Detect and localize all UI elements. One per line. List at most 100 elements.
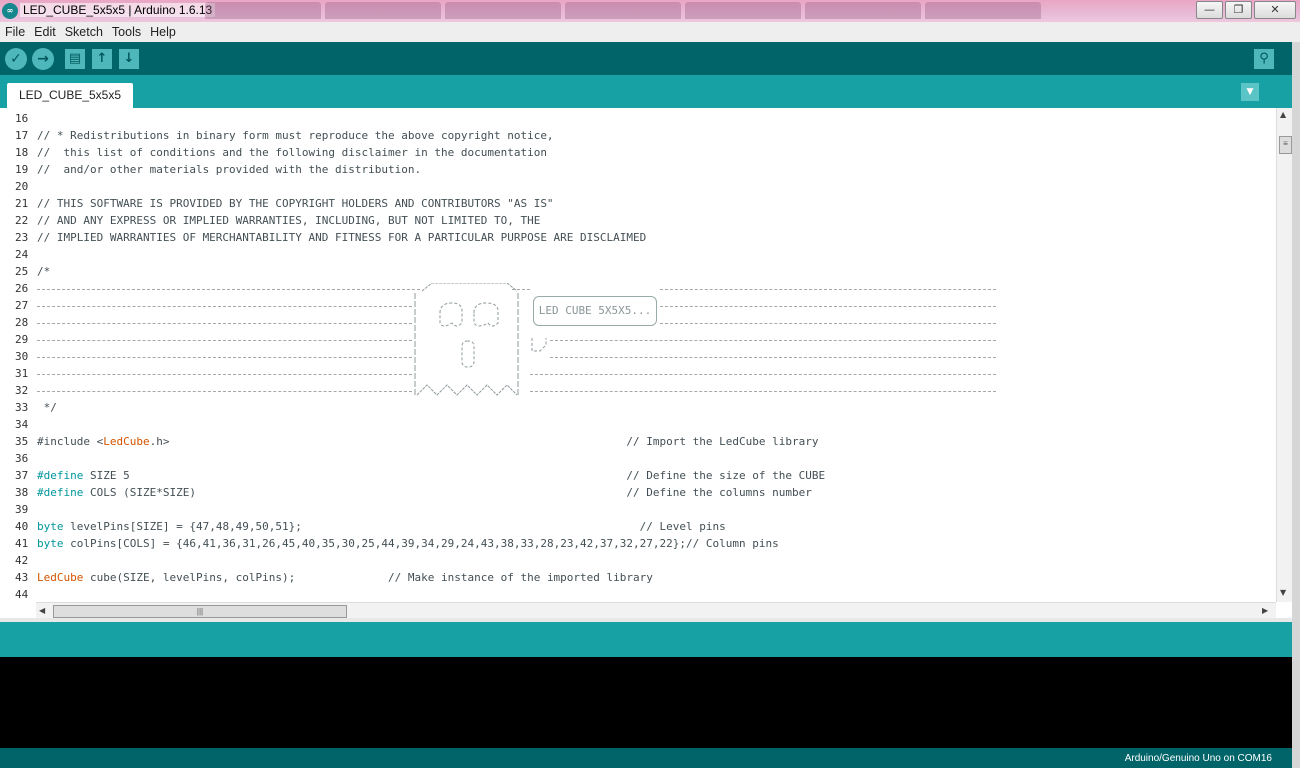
code-line[interactable]: 30 (0, 348, 1276, 365)
code-line[interactable]: 17 // * Redistributions in binary form mu… (0, 127, 1276, 144)
code-fragment: levelPins[SIZE] = {47,48,49,50,51}; // L… (63, 520, 726, 533)
line-number: 38 (15, 486, 29, 499)
menu-file[interactable]: File (1, 25, 29, 39)
horizontal-scroll-thumb[interactable]: ||| (53, 605, 347, 618)
menu-edit[interactable]: Edit (30, 25, 60, 39)
background-tab (565, 2, 681, 19)
code-text: byte colPins[COLS] = {46,41,36,31,26,45,… (37, 535, 779, 552)
line-number: 44 (15, 588, 29, 601)
code-line[interactable]: 16 (0, 110, 1276, 127)
code-text: LedCube cube(SIZE, levelPins, colPins); … (37, 569, 653, 586)
line-number: 16 (15, 112, 29, 125)
code-line[interactable]: 40 byte levelPins[SIZE] = {47,48,49,50,51… (0, 518, 1276, 535)
code-line[interactable]: 44 (0, 586, 1276, 602)
code-text: */ (37, 401, 57, 414)
tab-menu-dropdown-icon[interactable]: ▼ (1241, 83, 1259, 101)
upload-button[interactable]: → (32, 48, 54, 70)
line-number: 32 (15, 384, 29, 397)
message-area (0, 618, 1292, 657)
minimize-button[interactable]: — (1196, 1, 1223, 19)
menu-tools[interactable]: Tools (108, 25, 145, 39)
code-line[interactable]: 28 (0, 314, 1276, 331)
horizontal-scrollbar[interactable]: ◀ ||| ▶ (36, 602, 1276, 619)
scroll-right-icon[interactable]: ▶ (1262, 606, 1268, 615)
code-keyword: LedCube (37, 571, 84, 584)
code-line[interactable]: 25 /* (0, 263, 1276, 280)
line-number: 26 (15, 282, 29, 295)
code-editor[interactable]: LED CUBE 5X5X5... 16 17// * Redistributio… (0, 108, 1276, 602)
background-tab (925, 2, 1041, 19)
code-line[interactable]: 20 (0, 178, 1276, 195)
code-keyword: byte (37, 520, 64, 533)
arduino-app-icon: ∞ (2, 3, 18, 19)
code-keyword: byte (37, 537, 64, 550)
line-number: 37 (15, 469, 29, 482)
code-line[interactable]: 39 (0, 501, 1276, 518)
tab-led-cube[interactable]: LED_CUBE_5x5x5 (7, 83, 133, 108)
code-line[interactable]: 31 (0, 365, 1276, 382)
board-port-status: Arduino/Genuino Uno on COM16 (1124, 753, 1272, 764)
code-line[interactable]: 29 (0, 331, 1276, 348)
code-line[interactable]: 33 */ (0, 399, 1276, 416)
output-console[interactable] (0, 657, 1292, 748)
window-controls: — ❐ ✕ (1196, 1, 1296, 19)
background-tab (685, 2, 801, 19)
close-button[interactable]: ✕ (1254, 1, 1296, 19)
code-line[interactable]: 19 // and/or other materials provided wit… (0, 161, 1276, 178)
code-text: // * Redistributions in binary form must… (37, 129, 554, 142)
code-line[interactable]: 37 #define SIZE 5 // Define the size of t… (0, 467, 1276, 484)
serial-monitor-button[interactable]: ⚲ (1254, 49, 1274, 69)
scroll-down-icon[interactable]: ▼ (1280, 588, 1286, 597)
line-number: 18 (15, 146, 29, 159)
menu-sketch[interactable]: Sketch (61, 25, 107, 39)
code-line[interactable]: 27 (0, 297, 1276, 314)
verify-button[interactable]: ✓ (5, 48, 27, 70)
code-text: #define COLS (SIZE*SIZE) // Define the c… (37, 484, 812, 501)
vertical-scrollbar[interactable]: ▲ ≡ ▼ (1276, 108, 1293, 602)
menu-bar: File Edit Sketch Tools Help (0, 22, 1300, 42)
open-sketch-button[interactable]: ↑ (92, 49, 112, 69)
code-line[interactable]: 32 (0, 382, 1276, 399)
line-number: 17 (15, 129, 29, 142)
code-text: #define SIZE 5 // Define the size of the… (37, 467, 825, 484)
line-number: 40 (15, 520, 29, 533)
menu-help[interactable]: Help (146, 25, 180, 39)
save-sketch-button[interactable]: ↓ (119, 49, 139, 69)
code-line[interactable]: 21 // THIS SOFTWARE IS PROVIDED BY THE CO… (0, 195, 1276, 212)
line-number: 42 (15, 554, 29, 567)
line-number: 21 (15, 197, 29, 210)
scroll-left-icon[interactable]: ◀ (39, 606, 45, 615)
code-line[interactable]: 36 (0, 450, 1276, 467)
code-line[interactable]: 38 #define COLS (SIZE*SIZE) // Define the… (0, 484, 1276, 501)
new-sketch-button[interactable]: ▤ (65, 49, 85, 69)
vertical-scroll-thumb[interactable]: ≡ (1279, 136, 1292, 154)
sketch-tab-bar: LED_CUBE_5x5x5 ▼ (0, 75, 1292, 108)
line-number: 19 (15, 163, 29, 176)
code-line[interactable]: 18 // this list of conditions and the fol… (0, 144, 1276, 161)
code-line[interactable]: 26 (0, 280, 1276, 297)
window-right-edge (1292, 42, 1300, 768)
window-title: LED_CUBE_5x5x5 | Arduino 1.6.13 (20, 3, 216, 17)
window-titlebar[interactable]: ∞ LED_CUBE_5x5x5 | Arduino 1.6.13 — ❐ ✕ (0, 0, 1300, 22)
code-line[interactable]: 41 byte colPins[COLS] = {46,41,36,31,26,4… (0, 535, 1276, 552)
line-number: 24 (15, 248, 29, 261)
code-line[interactable]: 43 LedCube cube(SIZE, levelPins, colPins)… (0, 569, 1276, 586)
code-line[interactable]: 23 // IMPLIED WARRANTIES OF MERCHANTABILI… (0, 229, 1276, 246)
code-line[interactable]: 22 // AND ANY EXPRESS OR IMPLIED WARRANTI… (0, 212, 1276, 229)
line-number: 20 (15, 180, 29, 193)
line-number: 23 (15, 231, 29, 244)
code-line[interactable]: 35 #include <LedCube.h> // Import the Led… (0, 433, 1276, 450)
code-fragment: colPins[COLS] = {46,41,36,31,26,45,40,35… (63, 537, 779, 550)
status-bar: Arduino/Genuino Uno on COM16 (0, 748, 1292, 768)
grip-icon: ≡ (1283, 139, 1288, 148)
code-line[interactable]: 42 (0, 552, 1276, 569)
line-number: 29 (15, 333, 29, 346)
background-tab (325, 2, 441, 19)
code-line[interactable]: 24 (0, 246, 1276, 263)
maximize-button[interactable]: ❐ (1225, 1, 1252, 19)
code-fragment: SIZE 5 // Define the size of the CUBE (83, 469, 826, 482)
scroll-up-icon[interactable]: ▲ (1280, 110, 1286, 119)
line-number: 35 (15, 435, 29, 448)
code-line[interactable]: 34 (0, 416, 1276, 433)
code-text: // and/or other materials provided with … (37, 163, 422, 176)
